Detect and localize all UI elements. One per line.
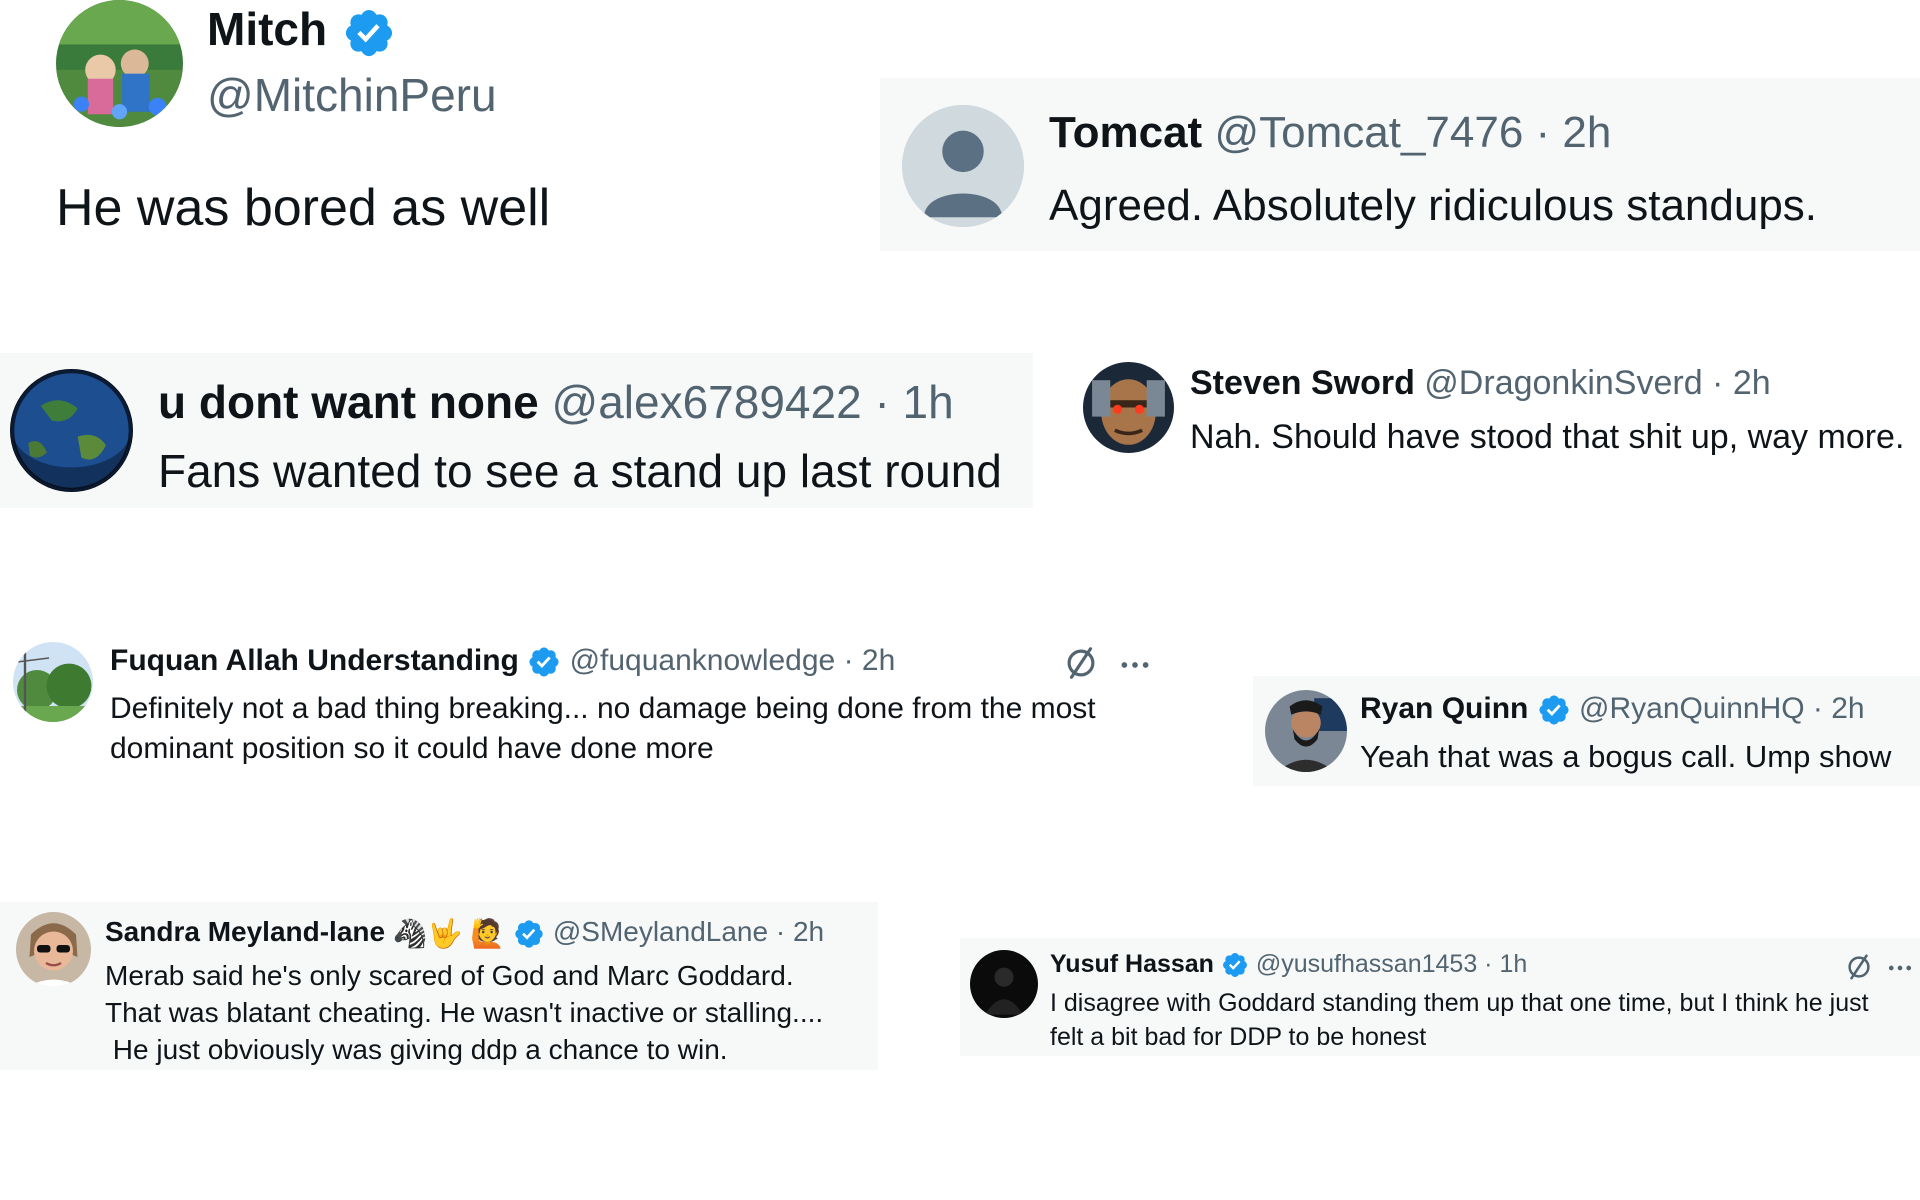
more-options-icon[interactable] — [1118, 648, 1152, 682]
tweet-text-line: He just obviously was giving ddp a chanc… — [105, 1034, 728, 1065]
verified-badge-icon — [342, 6, 396, 60]
author-name[interactable]: Sandra Meyland-lane — [105, 916, 385, 947]
grok-icon[interactable] — [1062, 644, 1100, 682]
author-handle[interactable]: @MitchinPeru — [207, 68, 497, 122]
tweet-text: Nah. Should have stood that shit up, way… — [1190, 418, 1905, 456]
earth-avatar[interactable] — [10, 369, 133, 492]
verified-badge-icon — [1537, 693, 1571, 727]
family-photo-avatar[interactable] — [56, 0, 183, 127]
author-name[interactable]: Steven Sword — [1190, 364, 1415, 402]
author-handle[interactable]: @Tomcat_7476 · 2h — [1214, 108, 1611, 157]
author-handle[interactable]: @SMeylandLane · 2h — [553, 916, 824, 947]
author-name[interactable]: Mitch — [207, 3, 327, 55]
author-handle[interactable]: @RyanQuinnHQ · 2h — [1579, 692, 1865, 725]
author-name[interactable]: Fuquan Allah Understanding — [110, 644, 519, 677]
tweet-fuquan[interactable]: Fuquan Allah Understanding @fuquanknowle… — [0, 630, 1175, 780]
tweet-text: Fans wanted to see a stand up last round — [158, 445, 1002, 497]
tweet-ryan[interactable]: Ryan Quinn @RyanQuinnHQ · 2h Yeah that w… — [1253, 676, 1920, 786]
tweet-text: He was bored as well — [56, 179, 551, 237]
tweet-text: Agreed. Absolutely ridiculous standups. — [1049, 181, 1818, 230]
tweet-text-line: That was blatant cheating. He wasn't ina… — [105, 997, 824, 1028]
trees-avatar[interactable] — [13, 642, 93, 722]
grok-icon[interactable] — [1844, 952, 1874, 982]
author-handle[interactable]: @yusufhassan1453 · 1h — [1256, 950, 1527, 978]
tweet-tomcat[interactable]: Tomcat @Tomcat_7476 · 2h Agreed. Absolut… — [880, 78, 1920, 251]
tweet-text-line: I disagree with Goddard standing them up… — [1050, 989, 1869, 1017]
default-profile-avatar[interactable] — [902, 105, 1024, 227]
dark-figure-avatar[interactable] — [970, 950, 1038, 1018]
rock-hand-emoji-icon: 🤟 — [427, 918, 463, 950]
author-name[interactable]: Ryan Quinn — [1360, 692, 1528, 725]
tweet-text-line: Merab said he's only scared of God and M… — [105, 960, 794, 991]
author-name[interactable]: u dont want none — [158, 376, 539, 428]
tweet-steven[interactable]: Steven Sword @DragonkinSverd · 2h Nah. S… — [1070, 350, 1920, 470]
tweet-text: Yeah that was a bogus call. Ump show — [1360, 739, 1892, 774]
zebra-emoji-icon: 🦓 — [392, 918, 428, 950]
tweet-text-line: felt a bit bad for DDP to be honest — [1050, 1023, 1427, 1051]
author-name[interactable]: Tomcat — [1049, 108, 1202, 157]
woman-sunglasses-avatar[interactable] — [16, 912, 91, 987]
verified-badge-icon — [513, 918, 545, 950]
tweet-mitch[interactable]: Mitch @MitchinPeru He was bored as well — [3, 0, 603, 252]
verified-badge-icon — [1221, 951, 1249, 979]
bearded-man-avatar[interactable] — [1265, 690, 1347, 772]
author-handle[interactable]: @DragonkinSverd · 2h — [1424, 364, 1770, 402]
verified-badge-icon — [527, 645, 561, 679]
author-handle[interactable]: @fuquanknowledge · 2h — [570, 644, 896, 677]
tweet-text-line: dominant position so it could have done … — [110, 732, 714, 765]
game-character-avatar[interactable] — [1083, 362, 1174, 453]
author-name[interactable]: Yusuf Hassan — [1050, 950, 1214, 978]
tweet-sandra[interactable]: Sandra Meyland-lane 🦓🤟 🙋 @SMeylandLane ·… — [0, 902, 878, 1070]
tweet-alex[interactable]: u dont want none @alex6789422 · 1h Fans … — [0, 353, 1033, 508]
raising-hand-emoji-icon: 🙋 — [470, 918, 506, 950]
tweet-yusuf[interactable]: Yusuf Hassan @yusufhassan1453 · 1h I dis… — [960, 938, 1920, 1056]
author-handle[interactable]: @alex6789422 · 1h — [552, 376, 954, 428]
more-options-icon[interactable] — [1886, 954, 1914, 982]
tweet-text-line: Definitely not a bad thing breaking... n… — [110, 692, 1096, 725]
